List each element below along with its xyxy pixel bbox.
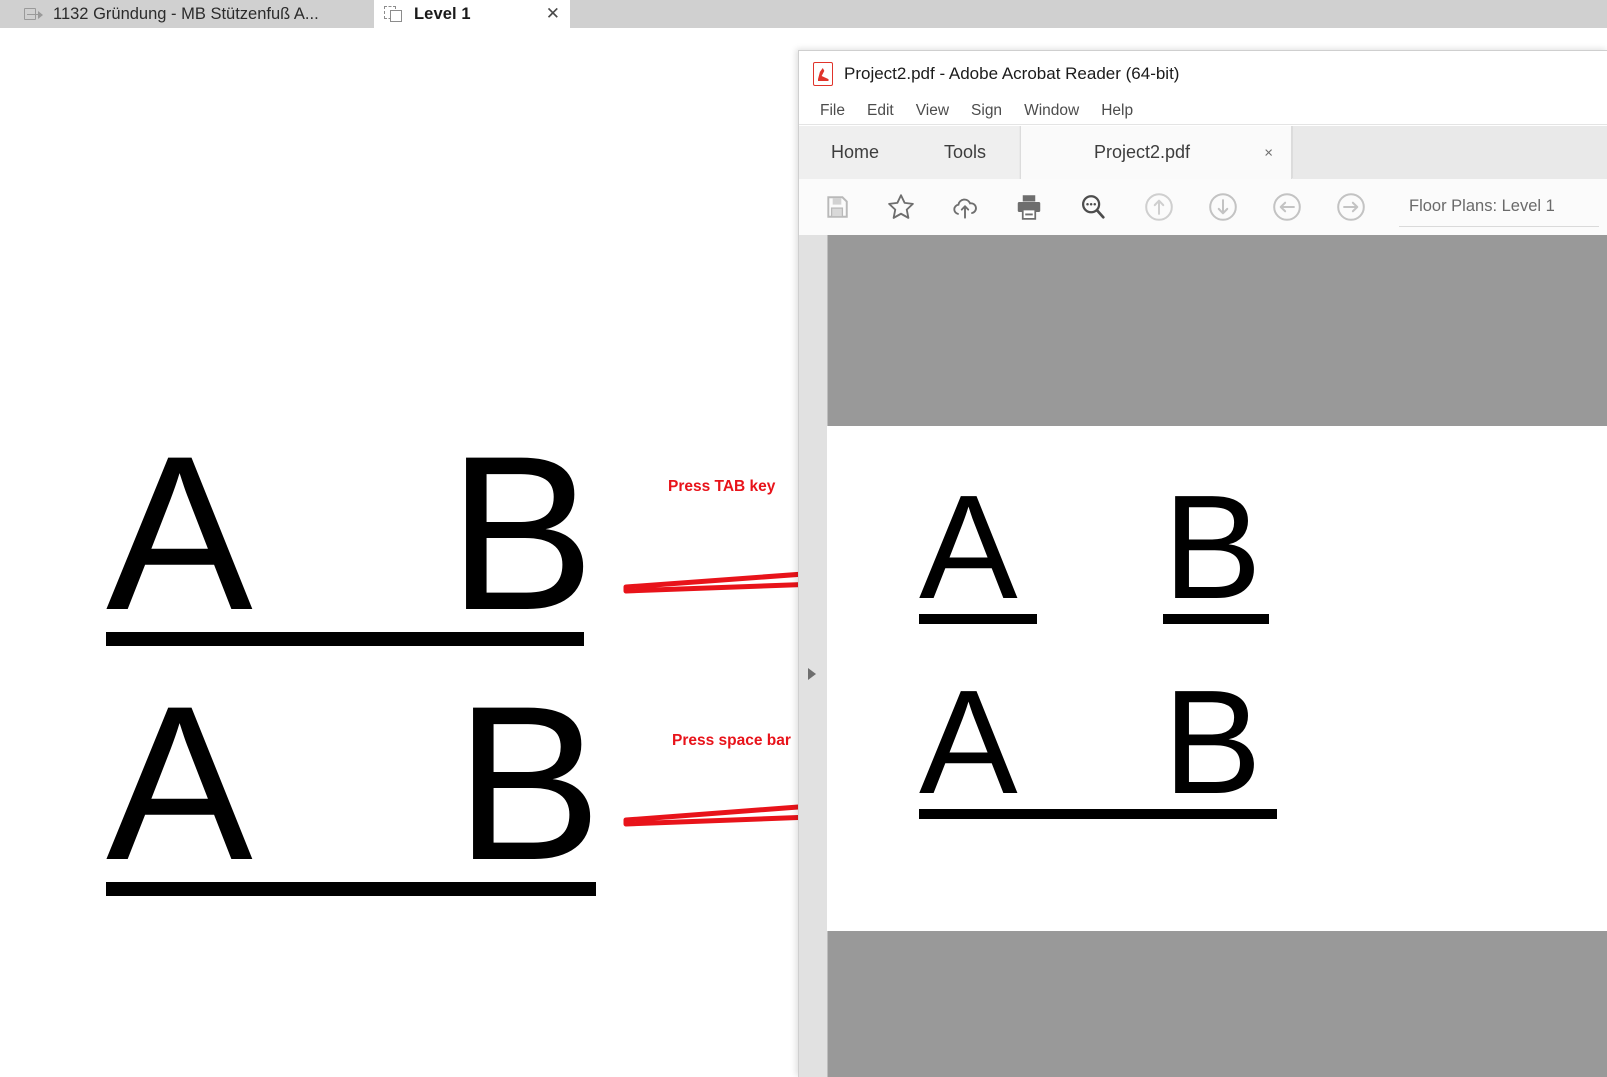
acrobat-title-bar[interactable]: Project2.pdf - Adobe Acrobat Reader (64-… <box>799 51 1607 97</box>
tab-document-close-button[interactable]: × <box>1264 144 1273 161</box>
app-tab-close-button[interactable]: ✕ <box>546 0 560 28</box>
tab-tools-label: Tools <box>943 142 987 162</box>
annotation-label-space: Press space bar <box>672 732 791 749</box>
app-tab-label: Level 1 <box>414 4 471 23</box>
app-tab-level-1[interactable]: Level 1 ✕ <box>374 0 570 28</box>
print-icon <box>1017 195 1041 220</box>
print-button[interactable] <box>1009 187 1049 227</box>
cad-letter-a-row2: A <box>106 660 253 906</box>
tab-document-label: Project2.pdf <box>1093 142 1191 162</box>
app-tab-gruendung[interactable]: 1132 Gründung - MB Stützenfuß A... <box>14 0 374 28</box>
app-tab-label: 1132 Gründung - MB Stützenfuß A... <box>53 4 319 23</box>
next-page-button[interactable] <box>1203 187 1243 227</box>
pdf-underline-row2 <box>919 809 1277 819</box>
acrobat-viewer-body[interactable]: A B A B <box>799 235 1607 1077</box>
sheets-icon <box>384 5 404 23</box>
arrow-left-circle-icon <box>1273 193 1301 221</box>
menu-item-view[interactable]: View <box>905 102 960 120</box>
favorite-button[interactable] <box>881 187 921 227</box>
menu-item-help[interactable]: Help <box>1090 102 1144 120</box>
acrobat-window-title: Project2.pdf - Adobe Acrobat Reader (64-… <box>844 64 1180 83</box>
arrow-right-circle-icon <box>1337 193 1365 221</box>
cad-letter-b-row1: B <box>448 410 595 656</box>
annotation-label-tab: Press TAB key <box>668 478 776 495</box>
upload-to-cloud-button[interactable] <box>945 187 985 227</box>
menu-item-file[interactable]: File <box>809 102 856 120</box>
pdf-letter-b-row2: B <box>1163 660 1262 825</box>
pdf-letter-a-row1: A <box>919 465 1018 630</box>
cad-underline-row2 <box>106 882 596 896</box>
save-icon <box>827 196 848 218</box>
tab-document-project2[interactable]: Project2.pdf × <box>1020 126 1292 179</box>
page-label-value: Floor Plans: Level 1 <box>1409 197 1555 215</box>
previous-view-button[interactable] <box>1267 187 1307 227</box>
acrobat-reader-window[interactable]: Project2.pdf - Adobe Acrobat Reader (64-… <box>798 50 1607 1077</box>
pdf-page[interactable]: A B A B <box>827 426 1607 931</box>
pdf-letter-a-row2: A <box>919 660 1018 825</box>
arrow-down-circle-icon <box>1209 193 1237 221</box>
cad-drawing-canvas[interactable]: A B A B <box>0 28 800 1076</box>
pdf-file-icon <box>813 62 833 86</box>
tab-home-label: Home <box>830 142 879 162</box>
export-sheet-icon <box>24 7 43 22</box>
next-view-button[interactable] <box>1331 187 1371 227</box>
cloud-upload-icon <box>953 198 977 219</box>
acrobat-tab-bar: Home Tools Project2.pdf × <box>799 126 1607 180</box>
acrobat-menu-bar: File Edit View Sign Window Help <box>799 97 1607 125</box>
tab-bar-filler <box>1292 126 1607 178</box>
navigation-panel[interactable] <box>799 235 828 1077</box>
search-button[interactable] <box>1073 187 1113 227</box>
pdf-underline-row1-b <box>1163 614 1269 624</box>
tab-tools[interactable]: Tools <box>911 126 1019 179</box>
pdf-letter-b-row1: B <box>1163 465 1262 630</box>
star-icon <box>888 194 914 219</box>
previous-page-button[interactable] <box>1139 187 1179 227</box>
arrow-up-circle-icon <box>1145 193 1173 221</box>
cad-underline-row1 <box>106 632 584 646</box>
acrobat-toolbar: Floor Plans: Level 1 <box>799 179 1607 236</box>
save-button[interactable] <box>817 187 857 227</box>
menu-item-sign[interactable]: Sign <box>960 102 1013 120</box>
chevron-right-icon[interactable] <box>808 668 816 680</box>
app-tab-strip: 1132 Gründung - MB Stützenfuß A... Level… <box>0 0 1607 28</box>
pdf-underline-row1-a <box>919 614 1037 624</box>
menu-item-window[interactable]: Window <box>1013 102 1090 120</box>
menu-item-edit[interactable]: Edit <box>856 102 905 120</box>
cad-letter-a-row1: A <box>106 410 253 656</box>
cad-letter-b-row2: B <box>455 660 602 906</box>
tab-home[interactable]: Home <box>799 126 911 179</box>
search-comment-icon <box>1081 195 1105 219</box>
page-label-field[interactable]: Floor Plans: Level 1 <box>1399 187 1599 227</box>
